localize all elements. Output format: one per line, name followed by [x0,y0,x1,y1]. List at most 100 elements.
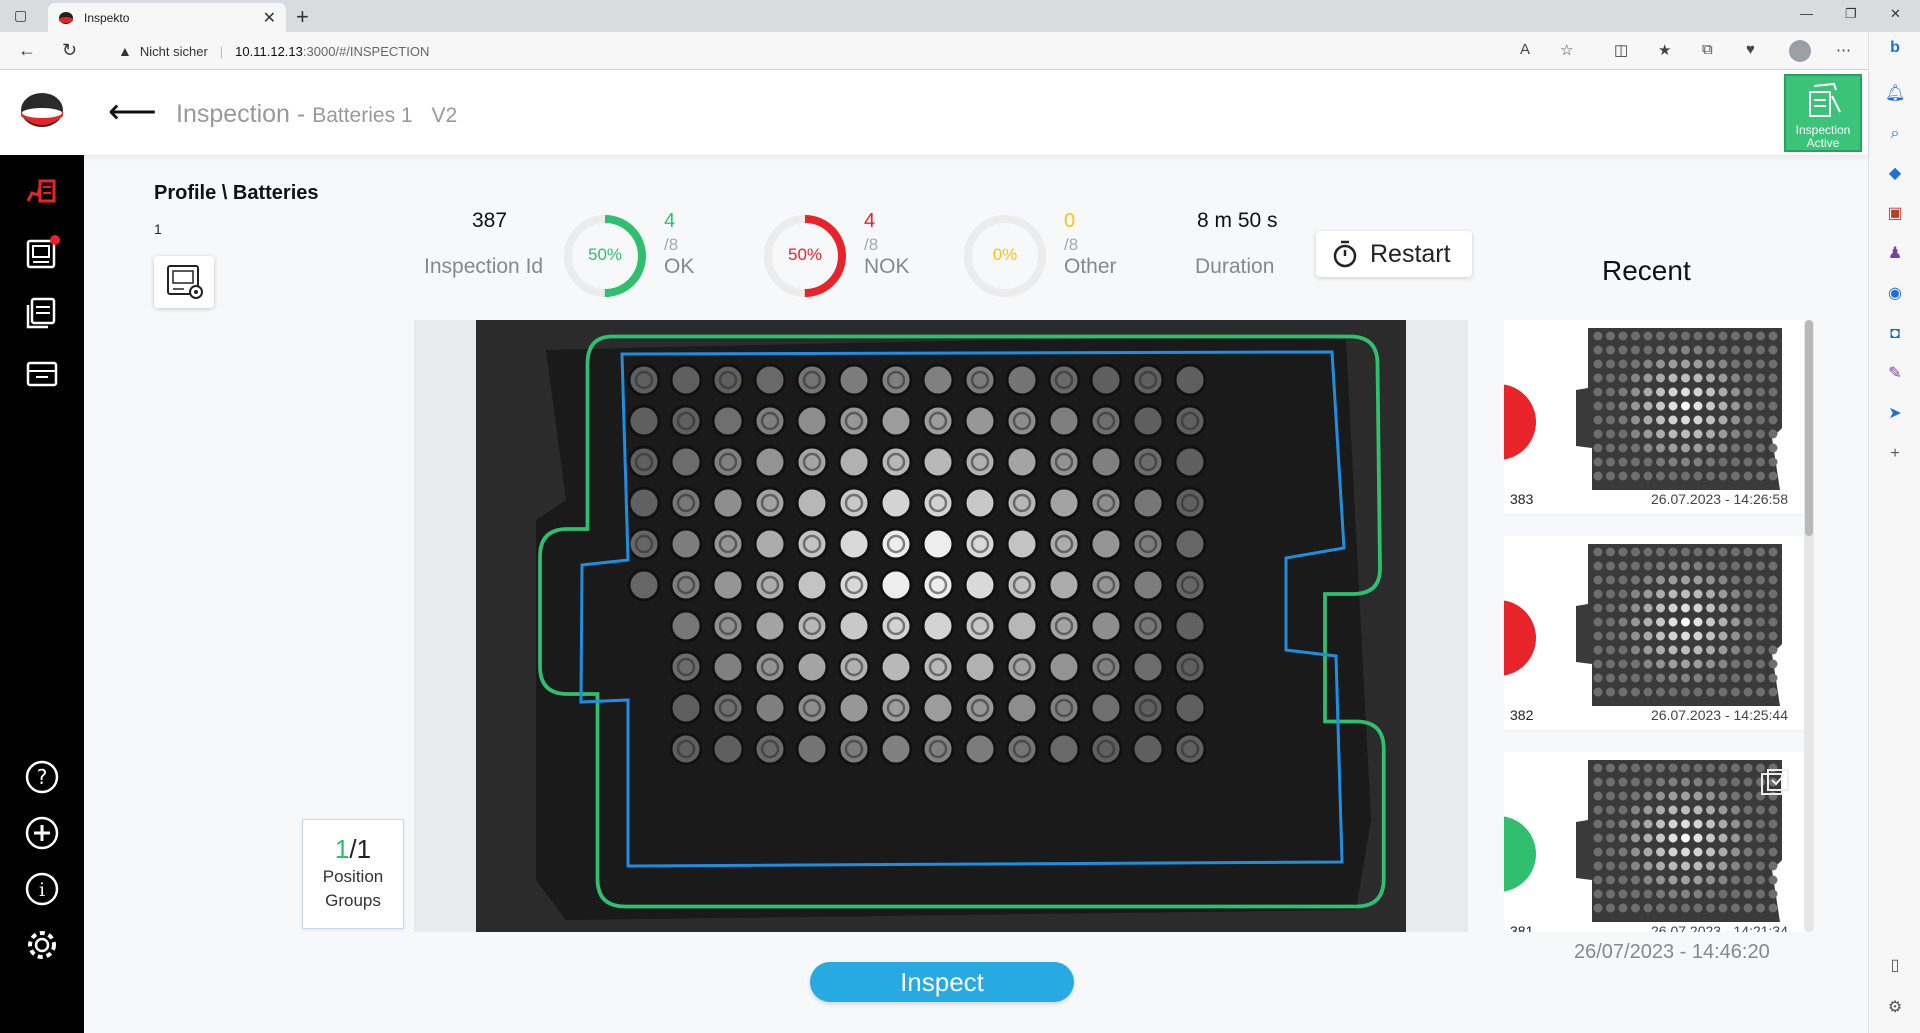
thumbnail-cell [1631,861,1640,871]
tab-close-icon[interactable]: ✕ [263,8,276,28]
sidebar-settings-icon[interactable]: ⚙ [1885,998,1905,1018]
inspect-button[interactable]: Inspect [810,962,1074,1002]
position-groups-label-2: Groups [325,891,381,910]
thumbnail-cell [1606,471,1615,481]
recent-card[interactable]: 383 26.07.2023 - 14:26:58 [1504,320,1804,514]
split-screen-icon[interactable]: ◫ [1614,41,1628,59]
add-icon[interactable] [24,815,60,851]
nav-monitor-icon[interactable] [24,235,60,271]
thumbnail-cell [1631,373,1640,383]
thumbnail-cell [1718,387,1728,397]
recent-scrollbar[interactable] [1804,320,1814,932]
thumbnail-cell [1618,777,1628,787]
thumbnail-cell [1706,805,1715,815]
recent-card[interactable]: 382 26.07.2023 - 14:25:44 [1504,536,1804,730]
profile-settings-button[interactable] [154,256,214,308]
browser-tab[interactable]: Inspekto ✕ [48,3,286,32]
thumbnail-cell [1668,345,1678,355]
favorites-icon[interactable]: ★ [1658,41,1671,59]
thumbnail-cell [1668,833,1678,843]
thumbnail-cell [1631,617,1640,627]
window-close-icon[interactable]: ✕ [1890,6,1901,22]
help-icon[interactable]: ? [24,759,60,795]
thumbnail-cell [1706,443,1715,453]
nav-reports-icon[interactable] [24,295,60,331]
bing-icon[interactable]: b [1885,38,1905,58]
send-icon[interactable]: ➤ [1885,404,1905,424]
outlook-icon[interactable]: ◘ [1885,324,1905,344]
thumbnail-cell [1643,645,1653,655]
info-icon[interactable]: i [24,871,60,907]
games-icon[interactable]: ♟ [1885,244,1905,264]
thumbnail-cell [1593,659,1603,669]
thumbnail-cell [1756,547,1765,557]
search-icon[interactable]: ⌕ [1885,124,1905,144]
thumbnail-cell [1743,673,1753,683]
thumbnail-cell [1681,575,1690,585]
battery-cell [795,568,829,602]
favorite-star-icon[interactable]: ☆ [1560,41,1573,59]
thumbnail-cell [1718,457,1728,467]
thumbnail-cell [1668,603,1678,613]
settings-gear-icon[interactable] [24,927,60,963]
battery-cell [879,732,913,766]
thumbnail-cell [1768,373,1778,383]
battery-cell [1005,609,1039,643]
restart-button[interactable]: Restart [1316,231,1472,277]
thumbnail-cell [1693,547,1703,557]
thumbnail-cell [1693,847,1703,857]
thumbnail-cell [1593,617,1603,627]
url-field[interactable]: ▲ Nicht sicher | 10.11.12.13:3000/#/INSP… [104,37,1604,65]
nav-archive-icon[interactable] [24,355,60,391]
thumbnail-cell [1756,687,1765,697]
thumbnail-cell [1693,861,1703,871]
thumbnail-cell [1768,861,1778,871]
toolbox-icon[interactable]: ▣ [1885,204,1905,224]
thumbnail-cell [1706,561,1715,571]
battery-cell [627,363,661,397]
extensions-icon[interactable]: ♥ [1746,41,1755,58]
inspection-active-badge[interactable]: Inspection Active [1784,74,1862,152]
bell-icon[interactable]: 🔔︎ [1885,84,1905,104]
position-groups-card[interactable]: 1/1 Position Groups [302,819,404,929]
recent-scroll-thumb[interactable] [1805,320,1813,536]
new-tab-icon[interactable]: + [296,4,309,30]
thumbnail-cell [1593,415,1603,425]
battery-cell [627,568,661,602]
add-sidebar-icon[interactable]: + [1885,444,1905,464]
thumbnail-cell [1681,345,1690,355]
collections-icon[interactable]: ⧉ [1702,41,1713,58]
thumbnail-cell [1593,345,1603,355]
thumbnail-cell [1656,687,1665,697]
thumbnail-cell [1656,471,1665,481]
thumbnail-cell [1681,387,1690,397]
thumbnail-cell [1656,763,1665,773]
designer-icon[interactable]: ✎ [1885,364,1905,384]
thumbnail-cell [1731,659,1740,669]
recent-card[interactable]: 381 26.07.2023 - 14:21:34 [1504,752,1804,932]
thumbnail-cell [1631,603,1640,613]
back-arrow-icon[interactable]: ⟵ [108,92,157,132]
tab-actions-icon[interactable]: ▢ [14,7,27,24]
more-menu-icon[interactable]: ⋯ [1836,41,1851,59]
restore-icon[interactable]: ❐ [1845,6,1857,22]
shopping-tag-icon[interactable]: ◆ [1885,164,1905,184]
thumbnail-cell [1593,903,1603,913]
thumbnail-cell [1681,547,1690,557]
minimize-icon[interactable]: — [1800,6,1813,21]
thumbnail-cell [1606,763,1615,773]
profile-avatar[interactable] [1789,40,1811,62]
reload-icon[interactable]: ↻ [62,40,77,61]
browser-back-icon[interactable]: ← [18,40,36,61]
checkbox-icon[interactable] [1760,768,1790,798]
office-icon[interactable]: ◉ [1885,284,1905,304]
sidebar-panel-icon[interactable]: ▯ [1885,956,1905,976]
read-aloud-icon[interactable]: A [1520,41,1530,58]
thumbnail-cell [1593,763,1603,773]
thumbnail-cell [1593,331,1603,341]
camera-image[interactable] [476,320,1406,932]
battery-cell [921,609,955,643]
position-group-counter: 1/1 [303,834,403,865]
nav-inspection-icon[interactable] [24,173,60,209]
battery-cell [837,404,871,438]
